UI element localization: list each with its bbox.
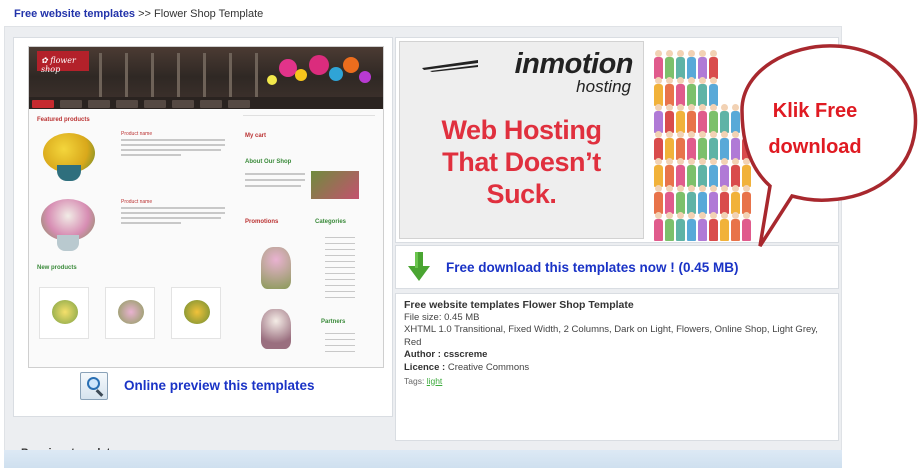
ad-brand-name: inmotion — [514, 48, 634, 80]
banner-area: inmotion hosting Web Hosting That Doesn’… — [395, 37, 839, 243]
screenshot-categories-heading: Categories — [315, 219, 347, 225]
template-characters-ad[interactable] — [650, 42, 836, 241]
template-info: Free website templates Flower Shop Templ… — [395, 293, 839, 441]
screenshot-header: ✿ flower shop — [29, 47, 383, 97]
breadcrumb-current: Flower Shop Template — [154, 8, 264, 20]
screenshot-product-row: Product name — [35, 129, 233, 185]
preview-panel: ✿ flower shop Featured products Product … — [13, 37, 393, 417]
screenshot-my-cart: My cart — [245, 133, 267, 139]
download-arrow-icon[interactable] — [408, 252, 430, 282]
screenshot-partners-heading: Partners — [321, 319, 346, 325]
screenshot-new-products-heading: New products — [37, 265, 77, 271]
info-title: Free website templates Flower Shop Templ… — [404, 299, 634, 311]
breadcrumb-separator: >> — [138, 8, 151, 20]
free-download-link[interactable]: Free download this templates now ! (0.45… — [446, 260, 739, 275]
screenshot-about-heading: About Our Shop — [245, 159, 292, 165]
info-author: Author : csscreme — [404, 349, 488, 361]
breadcrumb-link-free-templates[interactable]: Free website templates — [14, 8, 135, 20]
template-screenshot[interactable]: ✿ flower shop Featured products Product … — [28, 46, 384, 368]
info-tags: Tags: light — [404, 375, 443, 386]
tag-link-light[interactable]: light — [427, 376, 443, 386]
breadcrumb: Free website templates >> Flower Shop Te… — [14, 8, 263, 20]
online-preview-text[interactable]: Online preview this templates — [124, 378, 315, 393]
magnifier-icon[interactable] — [80, 372, 108, 400]
info-licence: Licence : Creative Commons — [404, 361, 530, 373]
screenshot-featured-heading: Featured products — [37, 117, 90, 123]
ad-brand-sub: hosting — [576, 77, 631, 96]
screenshot-nav — [29, 97, 383, 109]
ad-headline: Web Hosting That Doesn’t Suck. — [441, 115, 602, 209]
screenshot-promotions-heading: Promotions — [245, 219, 279, 225]
screenshot-product-row: Product name — [35, 197, 233, 253]
footer-strip — [4, 450, 842, 468]
info-features: XHTML 1.0 Transitional, Fixed Width, 2 C… — [404, 324, 818, 348]
online-preview-link[interactable]: Online preview this templates — [80, 372, 360, 402]
template-detail-container: ✿ flower shop Featured products Product … — [4, 26, 842, 466]
inmotion-hosting-ad[interactable]: inmotion hosting Web Hosting That Doesn’… — [399, 41, 644, 239]
download-bar[interactable]: Free download this templates now ! (0.45… — [395, 245, 839, 289]
info-file-size: File size: 0.45 MB — [404, 311, 480, 323]
screenshot-logo: ✿ flower shop — [37, 51, 89, 74]
